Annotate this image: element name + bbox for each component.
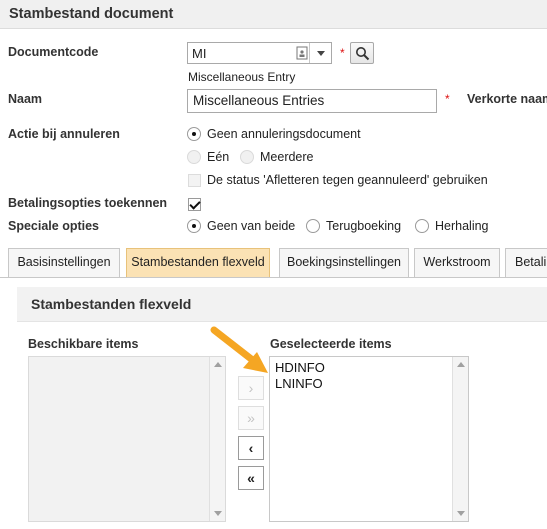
chevron-down-icon[interactable]	[317, 51, 325, 56]
page-header: Stambestand document	[0, 0, 547, 29]
available-items-list[interactable]	[28, 356, 226, 522]
selected-items-list[interactable]: HDINFO LNINFO	[269, 356, 469, 522]
status-afletteren-label: De status 'Afletteren tegen geannuleerd'…	[207, 173, 488, 187]
search-icon	[356, 47, 370, 61]
scroll-down-arrow-icon[interactable]	[457, 511, 465, 516]
betalingsopties-checkbox[interactable]	[188, 198, 201, 211]
radio-herhaling[interactable]	[415, 219, 429, 233]
radio-terugboeking[interactable]	[306, 219, 320, 233]
move-all-left-button[interactable]: «	[238, 466, 264, 490]
radio-meerdere-label: Meerdere	[260, 150, 314, 164]
move-left-button[interactable]: ‹	[238, 436, 264, 460]
documentcode-value: MI	[192, 46, 207, 61]
naam-input[interactable]: Miscellaneous Entries	[187, 89, 437, 113]
status-afletteren-checkbox[interactable]	[188, 174, 201, 187]
required-marker: *	[445, 92, 450, 106]
speciale-opties-label: Speciale opties	[8, 219, 100, 233]
list-item[interactable]: LNINFO	[275, 376, 323, 391]
actie-label: Actie bij annuleren	[8, 127, 120, 141]
page-title: Stambestand document	[9, 6, 174, 22]
tab-stambestanden-flexveld[interactable]: Stambestanden flexveld	[126, 248, 270, 277]
documentcode-description: Miscellaneous Entry	[188, 70, 296, 84]
scrollbar[interactable]	[209, 357, 225, 521]
radio-geen-van-beide-label: Geen van beide	[207, 219, 296, 233]
panel-title: Stambestanden flexveld	[31, 296, 192, 312]
list-item[interactable]: HDINFO	[275, 360, 325, 375]
tab-boekingsinstellingen[interactable]: Boekingsinstellingen	[279, 248, 409, 277]
betalingsopties-label: Betalingsopties toekennen	[8, 196, 168, 210]
documentcode-combobox[interactable]: MI	[187, 42, 332, 64]
verkorte-naam-label: Verkorte naam	[467, 92, 547, 106]
scrollbar[interactable]	[452, 357, 468, 521]
radio-een[interactable]	[187, 150, 201, 164]
annotation-arrow	[210, 326, 268, 373]
search-button[interactable]	[350, 42, 374, 64]
tab-werkstroom[interactable]: Werkstroom	[414, 248, 500, 277]
radio-geen-annuleringsdocument[interactable]	[187, 127, 201, 141]
geselecteerde-items-label: Geselecteerde items	[270, 337, 392, 351]
naam-label: Naam	[8, 92, 43, 106]
documentcode-label: Documentcode	[8, 45, 99, 59]
combobox-separator	[309, 43, 310, 63]
beschikbare-items-label: Beschikbare items	[28, 337, 139, 351]
radio-geen-annuleringsdocument-label: Geen annuleringsdocument	[207, 127, 361, 141]
radio-een-label: Eén	[207, 150, 230, 164]
radio-terugboeking-label: Terugboeking	[326, 219, 402, 233]
panel-header: Stambestanden flexveld	[17, 287, 547, 322]
scroll-down-arrow-icon[interactable]	[214, 511, 222, 516]
tabbar-divider	[0, 277, 547, 278]
move-all-right-button[interactable]: »	[238, 406, 264, 430]
tab-betalingen[interactable]: Betali	[505, 248, 547, 277]
radio-geen-van-beide[interactable]	[187, 219, 201, 233]
tab-basisinstellingen[interactable]: Basisinstellingen	[8, 248, 120, 277]
radio-herhaling-label: Herhaling	[435, 219, 489, 233]
required-marker: *	[340, 46, 345, 60]
scroll-up-arrow-icon[interactable]	[457, 362, 465, 367]
radio-meerdere[interactable]	[240, 150, 254, 164]
lookup-icon[interactable]	[296, 46, 309, 60]
